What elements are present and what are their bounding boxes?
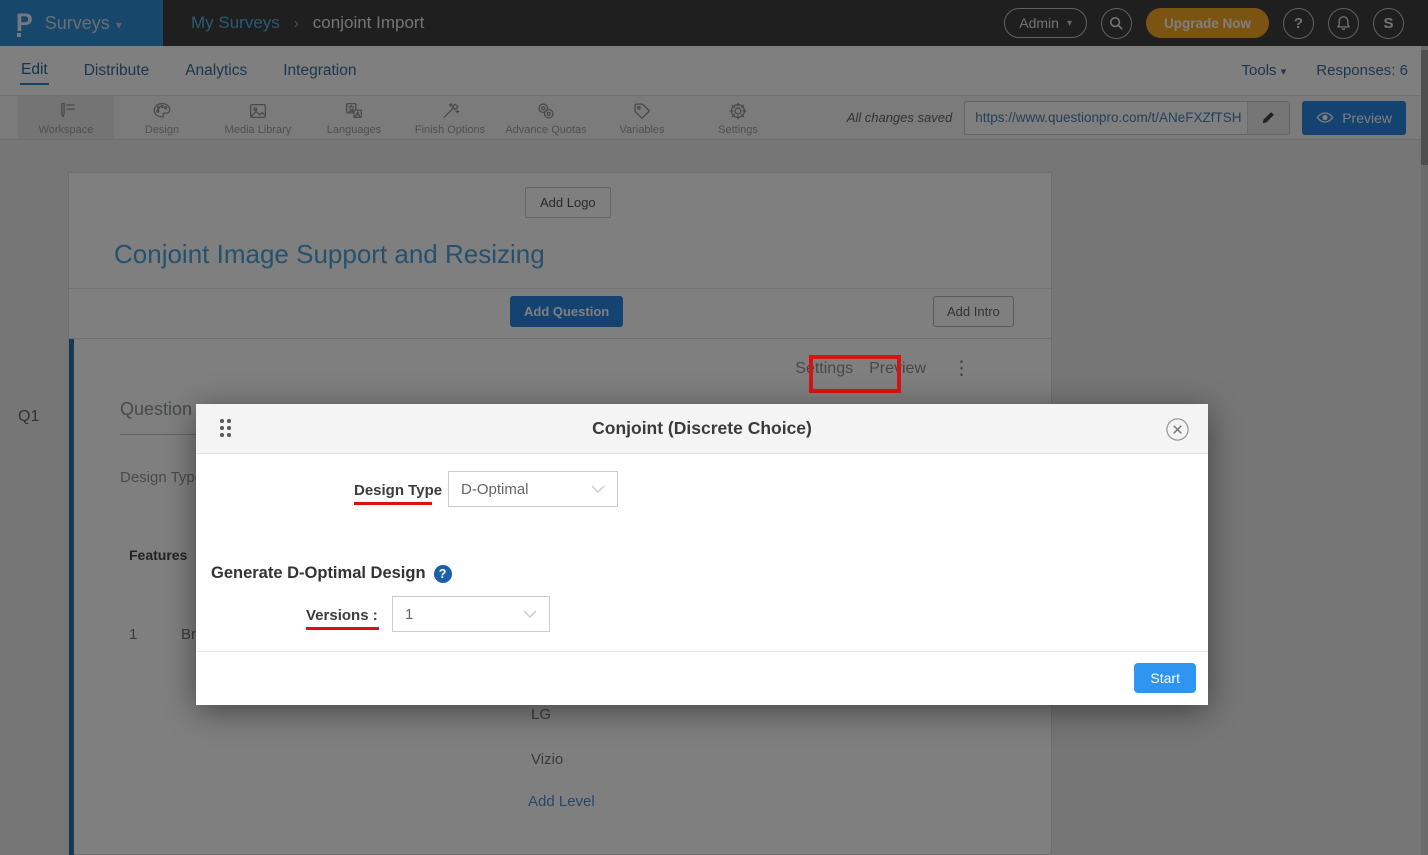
design-type-label: Design Type (354, 482, 442, 499)
modal-header: Conjoint (Discrete Choice) (196, 404, 1208, 454)
chevron-down-icon (523, 610, 537, 618)
generate-design-section-title: Generate D-Optimal Design ? (211, 564, 452, 583)
settings-highlight-annotation (809, 355, 901, 393)
versions-dropdown[interactable]: 1 (392, 596, 550, 632)
start-button[interactable]: Start (1134, 663, 1196, 693)
design-type-value: D-Optimal (461, 481, 529, 498)
questionpro-app: P Surveys▾ My Surveys › conjoint Import … (0, 0, 1428, 855)
conjoint-settings-modal: Conjoint (Discrete Choice) Design Type D… (196, 404, 1208, 705)
versions-underline-annotation (306, 627, 379, 630)
close-icon (1165, 417, 1190, 442)
help-icon[interactable]: ? (434, 565, 452, 583)
versions-value: 1 (405, 606, 413, 623)
design-type-dropdown[interactable]: D-Optimal (448, 471, 618, 507)
modal-footer: Start (196, 651, 1208, 705)
modal-title: Conjoint (Discrete Choice) (196, 418, 1208, 439)
design-type-underline-annotation (354, 502, 432, 505)
chevron-down-icon (591, 485, 605, 493)
versions-label: Versions : (306, 607, 378, 624)
close-modal-button[interactable] (1165, 417, 1190, 442)
